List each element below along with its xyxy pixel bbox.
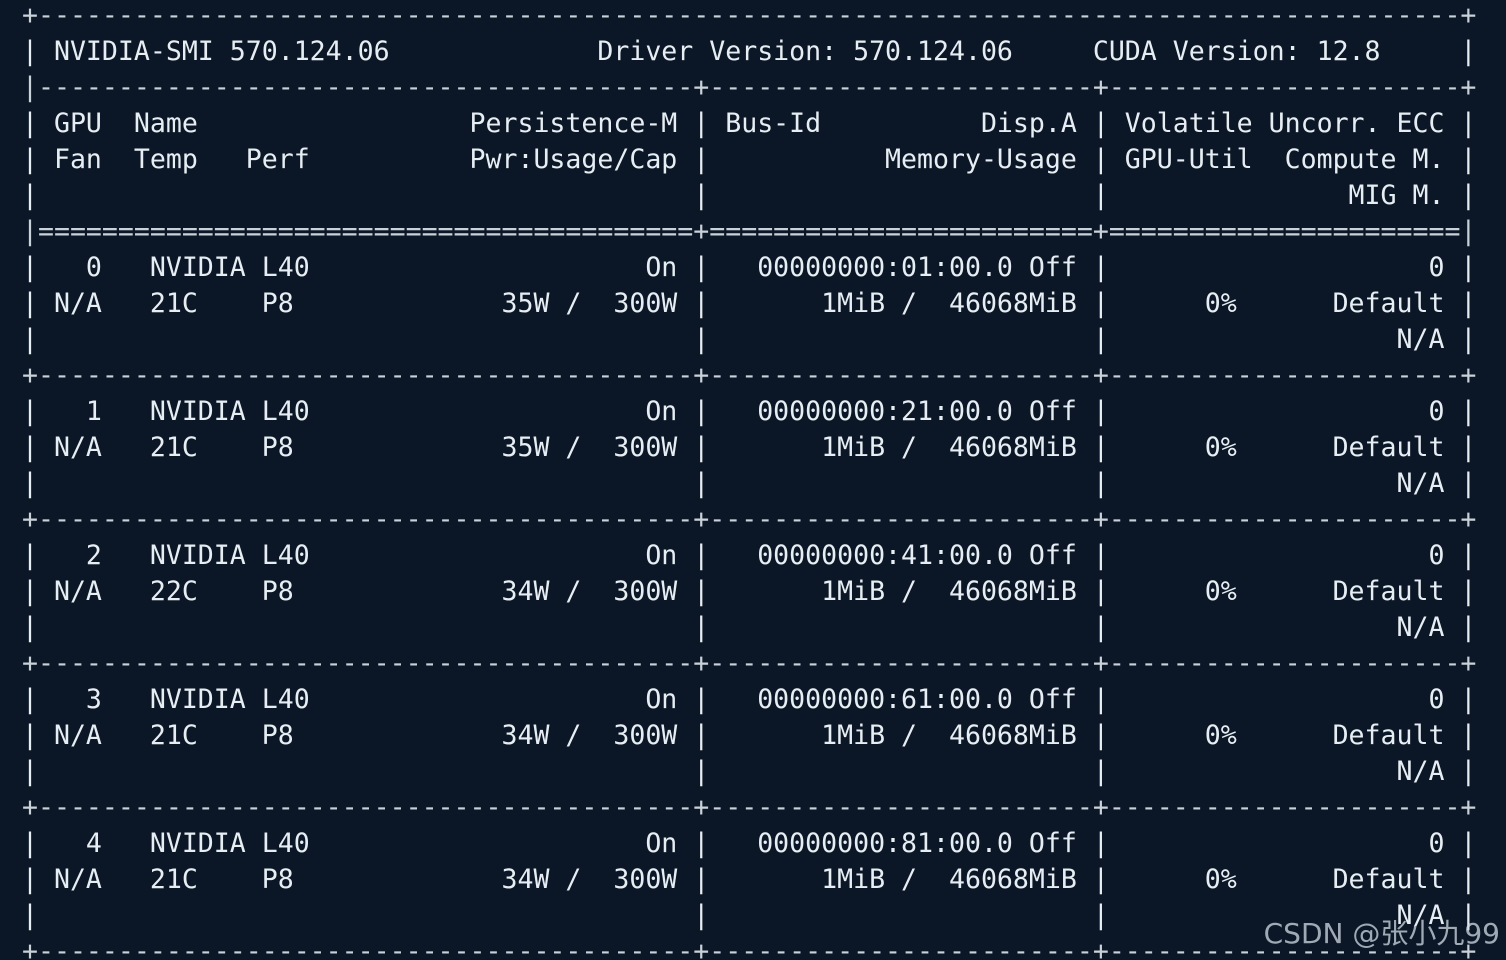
gpu-row-3-line-1: | 3 NVIDIA L40 On | 00000000:61:00.0 Off… bbox=[22, 684, 1477, 715]
column-header-line-3: | | | MIG M. | bbox=[22, 180, 1477, 211]
table-border-equals: |=======================================… bbox=[22, 216, 1477, 247]
gpu-row-1-line-2: | N/A 21C P8 35W / 300W | 1MiB / 46068Mi… bbox=[22, 432, 1477, 463]
column-header-line-1: | GPU Name Persistence-M | Bus-Id Disp.A… bbox=[22, 108, 1477, 139]
gpu-row-1-line-3: | | | N/A | bbox=[22, 468, 1477, 499]
gpu-row-1-line-1: | 1 NVIDIA L40 On | 00000000:21:00.0 Off… bbox=[22, 396, 1477, 427]
gpu-row-3-line-3: | | | N/A | bbox=[22, 756, 1477, 787]
table-border-header: |---------------------------------------… bbox=[22, 72, 1477, 103]
gpu-row-0-line-2: | N/A 21C P8 35W / 300W | 1MiB / 46068Mi… bbox=[22, 288, 1477, 319]
gpu-row-4-line-2: | N/A 21C P8 34W / 300W | 1MiB / 46068Mi… bbox=[22, 864, 1477, 895]
gpu-row-2-line-3: | | | N/A | bbox=[22, 612, 1477, 643]
gpu-row-4-line-1: | 4 NVIDIA L40 On | 00000000:81:00.0 Off… bbox=[22, 828, 1477, 859]
column-header-line-2: | Fan Temp Perf Pwr:Usage/Cap | Memory-U… bbox=[22, 144, 1477, 175]
gpu-row-0-line-1: | 0 NVIDIA L40 On | 00000000:01:00.0 Off… bbox=[22, 252, 1477, 283]
gpu-row-4-line-3: | | | N/A | bbox=[22, 900, 1477, 931]
gpu-row-1-border: +---------------------------------------… bbox=[22, 504, 1477, 535]
table-border-top: +---------------------------------------… bbox=[22, 0, 1477, 31]
gpu-row-4-border: +---------------------------------------… bbox=[22, 936, 1477, 960]
gpu-row-0-line-3: | | | N/A | bbox=[22, 324, 1477, 355]
csdn-watermark: CSDN @张小九99 bbox=[1263, 917, 1500, 950]
gpu-row-3-line-2: | N/A 21C P8 34W / 300W | 1MiB / 46068Mi… bbox=[22, 720, 1477, 751]
gpu-row-3-border: +---------------------------------------… bbox=[22, 792, 1477, 823]
smi-header-line: | NVIDIA-SMI 570.124.06 Driver Version: … bbox=[22, 36, 1477, 67]
gpu-row-0-border: +---------------------------------------… bbox=[22, 360, 1477, 391]
gpu-row-2-line-2: | N/A 22C P8 34W / 300W | 1MiB / 46068Mi… bbox=[22, 576, 1477, 607]
terminal-output: +---------------------------------------… bbox=[22, 0, 1482, 960]
gpu-row-2-border: +---------------------------------------… bbox=[22, 648, 1477, 679]
gpu-row-2-line-1: | 2 NVIDIA L40 On | 00000000:41:00.0 Off… bbox=[22, 540, 1477, 571]
